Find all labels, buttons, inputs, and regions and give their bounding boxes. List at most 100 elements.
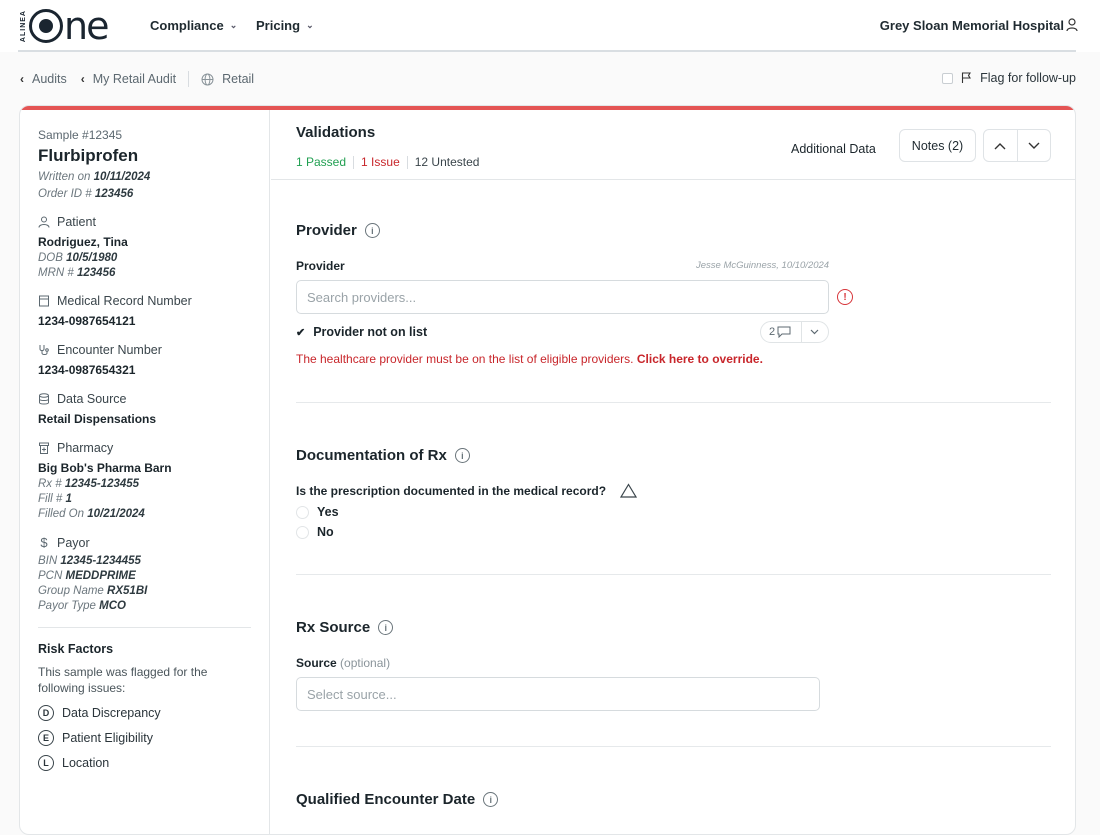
breadcrumb: ‹ Audits ‹ My Retail Audit Retail — [20, 71, 254, 87]
user-icon[interactable] — [1066, 18, 1078, 32]
nav-compliance[interactable]: Compliance ⌄ — [150, 18, 237, 33]
payor-section: $ Payor BIN 12345-1234455 PCN MEDDPRIME G… — [38, 535, 251, 612]
radio-no[interactable]: No — [296, 525, 339, 539]
payor-bin: BIN 12345-1234455 — [38, 555, 141, 567]
divider — [38, 627, 251, 628]
encounter-section: Encounter Number 1234-0987654321 — [38, 343, 251, 377]
top-bar: ALINEA ne Compliance ⌄ Pricing ⌄ Grey Sl… — [0, 0, 1100, 52]
risk-item-data-discrepancy: D Data Discrepancy — [38, 705, 251, 721]
chevron-left-icon[interactable]: ‹ — [81, 72, 85, 86]
provider-not-on-list-checkbox[interactable]: ✔ Provider not on list — [296, 325, 427, 339]
audit-card: Sample #12345 Flurbiprofen Written on 10… — [19, 105, 1076, 835]
person-icon — [38, 216, 50, 228]
section-divider — [296, 574, 1051, 575]
risk-factors-title: Risk Factors — [38, 642, 114, 656]
risk-item-location: L Location — [38, 755, 251, 771]
data-source-section: Data Source Retail Dispensations — [38, 392, 251, 426]
radio-yes[interactable]: Yes — [296, 505, 339, 519]
payor-type: Payor Type MCO — [38, 600, 126, 612]
comment-icon — [777, 326, 791, 338]
source-label: Source (optional) — [296, 656, 391, 670]
alinea-one-logo[interactable]: ALINEA ne — [20, 4, 109, 48]
notes-button[interactable]: Notes (2) — [899, 129, 976, 162]
payor-pcn: PCN MEDDPRIME — [38, 570, 136, 582]
breadcrumb-retail[interactable]: Retail — [222, 72, 254, 86]
validation-stats: 1 Passed 1 Issue 12 Untested — [296, 155, 479, 169]
nav-pricing[interactable]: Pricing ⌄ — [256, 18, 314, 33]
patient-mrn: MRN # 123456 — [38, 267, 116, 279]
comments-control[interactable]: 2 — [760, 321, 829, 343]
section-nav — [983, 129, 1051, 162]
section-divider — [296, 402, 1051, 403]
logo-word: ne — [64, 4, 109, 48]
medical-record-number: 1234-0987654121 — [38, 314, 136, 328]
source-select[interactable]: Select source... — [296, 677, 820, 711]
flag-for-follow-up[interactable]: Flag for follow-up — [942, 71, 1076, 85]
audit-stamp: Jesse McGuinness, 10/10/2024 — [696, 260, 830, 271]
provider-search-input[interactable]: Search providers... — [296, 280, 829, 314]
untested-count[interactable]: 12 Untested — [415, 155, 480, 169]
pharmacy-name: Big Bob's Pharma Barn — [38, 461, 172, 475]
nav-compliance-label: Compliance — [150, 18, 224, 33]
logo-o-mark — [29, 9, 63, 43]
documentation-section: Documentation of Rx i — [296, 447, 1051, 464]
chevron-down-icon — [1028, 142, 1040, 149]
database-icon — [39, 393, 49, 405]
provider-label: Provider — [296, 259, 345, 273]
documentation-title: Documentation of Rx — [296, 447, 447, 464]
flag-checkbox[interactable] — [942, 72, 954, 84]
info-icon[interactable]: i — [364, 223, 380, 238]
provider-title: Provider — [296, 222, 357, 239]
provider-error-message: The healthcare provider must be on the l… — [296, 352, 763, 366]
rx-source-section: Rx Source i — [296, 619, 1051, 636]
info-icon[interactable]: i — [483, 792, 499, 807]
chevron-down-icon: ⌄ — [229, 20, 238, 30]
written-on: Written on 10/11/2024 — [38, 171, 151, 183]
record-icon — [39, 295, 49, 307]
data-source-value: Retail Dispensations — [38, 412, 157, 426]
breadcrumb-audits[interactable]: Audits — [32, 72, 67, 86]
encounter-date-section: Qualified Encounter Date i — [296, 791, 1051, 808]
sample-details-panel: Sample #12345 Flurbiprofen Written on 10… — [20, 110, 270, 834]
payor-group: Group Name RX51BI — [38, 585, 148, 597]
chevron-down-icon: ⌄ — [306, 20, 314, 30]
next-button[interactable] — [1018, 130, 1051, 161]
override-link[interactable]: Click here to override. — [637, 352, 763, 366]
breadcrumb-my-retail-audit[interactable]: My Retail Audit — [93, 72, 176, 86]
info-icon[interactable]: i — [454, 448, 470, 463]
chevron-down-icon — [810, 329, 819, 335]
provider-section: Provider i — [296, 222, 1051, 239]
checkmark-icon: ✔ — [296, 326, 306, 339]
comment-count: 2 — [769, 326, 776, 338]
encounter-number: 1234-0987654321 — [38, 363, 136, 377]
passed-count[interactable]: 1 Passed — [296, 155, 346, 169]
rx-number: Rx # 12345-123455 — [38, 478, 140, 490]
stethoscope-icon — [39, 345, 49, 355]
sample-number: Sample #12345 — [38, 128, 123, 142]
previous-button[interactable] — [984, 130, 1018, 161]
chevron-up-icon — [994, 142, 1006, 149]
error-icon: ! — [837, 289, 853, 305]
fill-number: Fill # 1 — [38, 493, 72, 505]
validations-header: Validations 1 Passed 1 Issue 12 Untested… — [271, 110, 1075, 180]
chevron-left-icon[interactable]: ‹ — [20, 72, 24, 86]
risk-item-patient-eligibility: E Patient Eligibility — [38, 730, 251, 746]
risk-factors: Risk Factors This sample was flagged for… — [38, 642, 251, 771]
documentation-options: Yes No — [296, 499, 339, 539]
patient-name: Rodriguez, Tina — [38, 235, 128, 249]
patient-section: Patient Rodriguez, Tina DOB 10/5/1980 MR… — [38, 215, 251, 279]
filled-on: Filled On 10/21/2024 — [38, 508, 145, 520]
additional-data-button[interactable]: Additional Data — [791, 142, 876, 156]
medical-record-section: Medical Record Number 1234-0987654121 — [38, 294, 251, 328]
rx-source-title: Rx Source — [296, 619, 371, 636]
info-icon[interactable]: i — [378, 620, 394, 635]
validations-title: Validations — [296, 124, 376, 141]
pharmacy-icon — [39, 442, 49, 454]
documentation-question: Is the prescription documented in the me… — [296, 483, 638, 498]
globe-icon — [201, 73, 214, 85]
risk-factors-desc: This sample was flagged for the followin… — [38, 665, 208, 695]
order-id: Order ID # 123456 — [38, 188, 134, 200]
hospital-name[interactable]: Grey Sloan Memorial Hospital — [880, 18, 1064, 33]
issue-count[interactable]: 1 Issue — [361, 155, 400, 169]
section-divider — [296, 746, 1051, 747]
